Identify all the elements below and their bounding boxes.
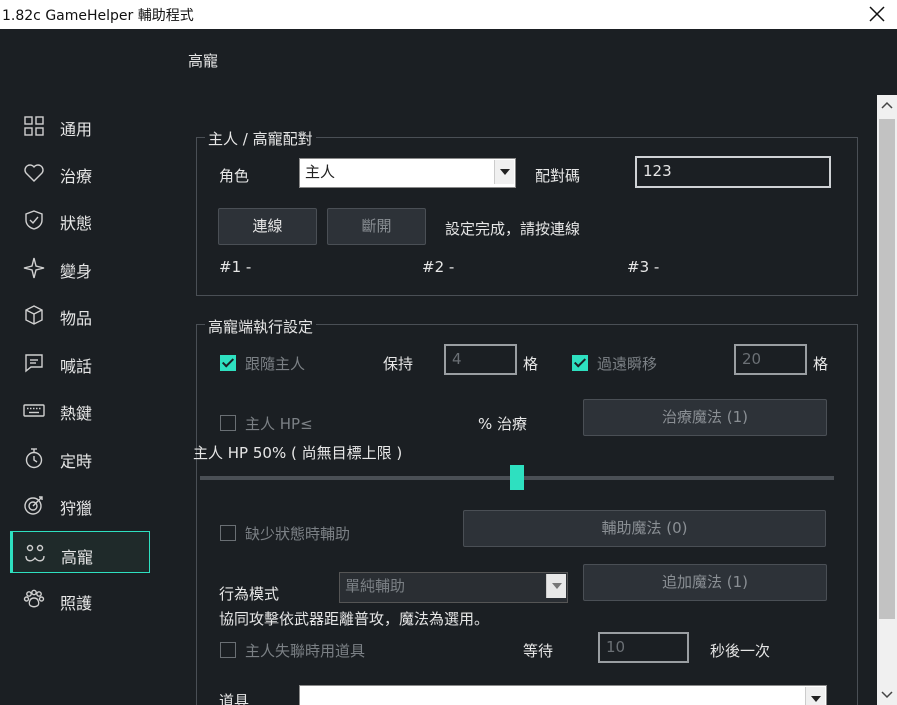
window-title: 1.82c GameHelper 輔助程式 [2,8,194,24]
sidebar-item-label: 喊話 [60,357,93,376]
pet-settings-group-title: 高寵端執行設定 [205,316,317,337]
role-select-value: 主人 [305,163,336,181]
sidebar-item-hotkeys[interactable]: 熱鍵 [10,388,150,430]
coop-note: 協同攻擊依武器距離普攻，魔法為選用。 [219,610,490,628]
code-label: 配對碼 [535,167,581,185]
sidebar-item-general[interactable]: 通用 [10,104,150,146]
pairing-status: 設定完成，請按連線 [445,220,581,238]
disconnect-button[interactable]: 斷開 [327,208,426,245]
timer-icon [25,448,43,469]
target-icon [24,496,43,515]
connect-button[interactable]: 連線 [218,208,317,245]
keyboard-icon [23,404,45,417]
assist-label: 缺少狀態時輔助 [245,525,351,543]
add-magic-button[interactable]: 追加魔法 (1) [583,564,827,601]
sidebar-item-hunt[interactable]: 狩獵 [10,483,150,525]
sidebar-item-label: 定時 [60,452,93,471]
close-icon[interactable] [866,3,888,25]
assist-magic-button[interactable]: 輔助魔法 (0) [463,510,826,547]
hp-percent-label: % 治療 [478,415,528,433]
sparkle-icon [23,257,45,279]
role-select[interactable]: 主人 [299,158,516,188]
sidebar-item-label: 照護 [60,594,93,613]
sidebar-item-timer[interactable]: 定時 [10,436,150,478]
keep-distance-input[interactable]: 4 [444,344,517,375]
teleport-distance-input[interactable]: 20 [734,344,807,375]
pairing-group-title: 主人 / 高寵配對 [205,128,316,149]
scroll-down-icon[interactable] [877,685,897,705]
keep-label: 保持 [383,355,414,373]
lost-item-label: 主人失聯時用道具 [245,642,366,660]
title-bar: 1.82c GameHelper 輔助程式 [0,0,897,29]
sidebar-item-label: 物品 [60,309,93,328]
pet-face-icon [25,544,45,562]
pairing-code-value: 123 [643,162,672,180]
behavior-label: 行為模式 [219,585,280,603]
chevron-down-icon[interactable] [494,160,514,184]
lost-item-checkbox[interactable] [220,642,236,658]
scrollbar-thumb[interactable] [879,119,895,619]
role-label: 角色 [219,167,250,185]
sidebar-item-chat[interactable]: 喊話 [10,341,150,383]
keep-unit: 格 [523,355,539,373]
behavior-select-value: 單純輔助 [345,577,406,595]
sidebar-item-items[interactable]: 物品 [10,293,150,335]
hp-heal-label: 主人 HP≤ [245,415,313,433]
chevron-down-icon[interactable] [546,574,566,598]
follow-label: 跟隨主人 [245,355,306,373]
scroll-up-icon[interactable] [877,95,897,115]
grid-icon [24,116,44,136]
hp-slider-thumb[interactable] [510,465,524,490]
wait-seconds-input[interactable]: 10 [598,632,689,663]
wait-suffix: 秒後一次 [710,642,771,660]
teleport-unit: 格 [813,355,829,373]
pairing-code-input[interactable]: 123 [635,156,831,188]
hp-slider-label: 主人 HP 50% ( 尚無目標上限 ) [193,444,403,462]
wait-label: 等待 [523,642,554,660]
page-title: 高寵 [188,52,219,70]
item-select[interactable] [299,685,827,705]
sidebar-item-status[interactable]: 狀態 [10,198,150,240]
teleport-checkbox[interactable] [572,355,588,371]
sidebar-item-label: 治療 [60,167,93,186]
paw-icon [23,589,45,608]
heal-magic-button[interactable]: 治療魔法 (1) [583,399,827,436]
shield-icon [25,210,43,230]
assist-checkbox[interactable] [220,525,236,541]
wait-seconds-value: 10 [606,638,626,656]
sidebar-item-label: 狀態 [60,214,93,233]
slot-1: #1 - [219,258,252,276]
teleport-label: 過遠瞬移 [597,355,658,373]
sidebar-item-pet[interactable]: 高寵 [10,531,150,573]
slot-2: #2 - [422,258,455,276]
chat-icon [25,354,43,373]
heart-icon [24,164,44,182]
sidebar-item-label: 變身 [60,262,93,281]
sidebar-item-label: 狩獵 [60,499,93,518]
sidebar-item-transform[interactable]: 變身 [10,246,150,288]
sidebar-item-care[interactable]: 照護 [10,578,150,620]
sidebar-item-heal[interactable]: 治療 [10,151,150,193]
behavior-select[interactable]: 單純輔助 [339,572,568,603]
teleport-distance-value: 20 [742,350,762,368]
hp-heal-checkbox[interactable] [220,415,236,431]
item-label: 道具 [219,693,250,705]
slot-3: #3 - [627,258,660,276]
sidebar-item-label: 通用 [60,120,93,139]
sidebar-item-label: 高寵 [61,548,94,567]
chevron-down-icon[interactable] [805,687,825,705]
cube-icon [25,305,43,325]
vertical-scrollbar[interactable] [877,95,897,705]
sidebar-item-label: 熱鍵 [60,404,93,423]
follow-checkbox[interactable] [220,355,236,371]
keep-distance-value: 4 [452,350,462,368]
